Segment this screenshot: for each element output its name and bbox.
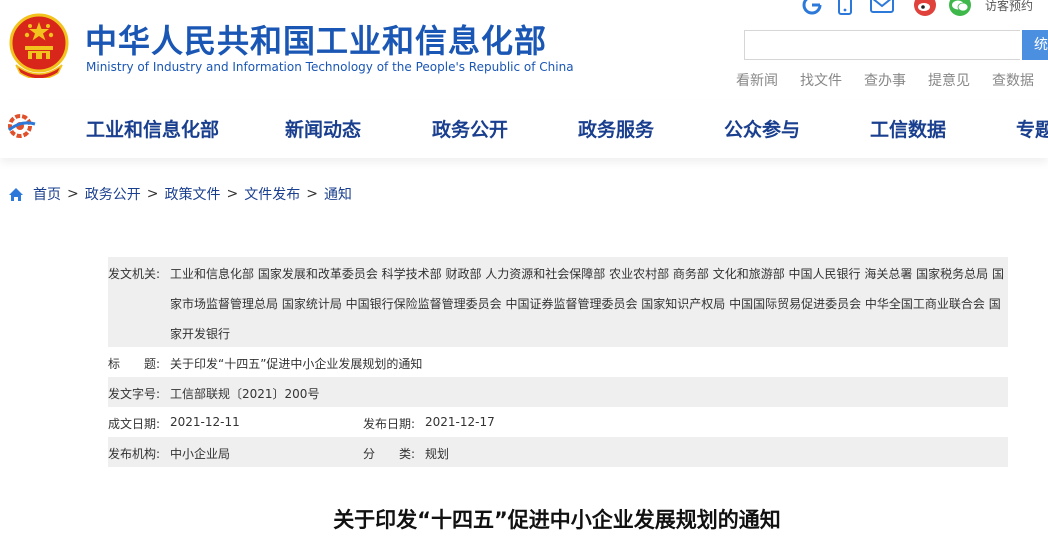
breadcrumb-notice[interactable]: 通知 bbox=[324, 184, 352, 204]
created-value: 2021-12-11 bbox=[170, 415, 240, 429]
chevron-right-icon: > bbox=[306, 186, 318, 202]
title-label: 标 题: bbox=[108, 357, 161, 371]
visitor-booking-link[interactable]: 访客预约 bbox=[985, 0, 1033, 14]
nav-item-news[interactable]: 新闻动态 bbox=[285, 115, 361, 142]
search-input[interactable] bbox=[744, 30, 1020, 60]
wechat-icon[interactable] bbox=[947, 0, 973, 16]
docno-row: 发文字号: 工信部联规〔2021〕200号 bbox=[108, 377, 1008, 407]
quick-link-files[interactable]: 找文件 bbox=[800, 70, 842, 90]
category-label: 分 类: bbox=[363, 447, 416, 461]
mail-icon[interactable] bbox=[870, 0, 894, 16]
nav-item-ministry[interactable]: 工业和信息化部 bbox=[86, 115, 219, 142]
org-label: 发布机构: bbox=[108, 447, 161, 461]
quick-link-services[interactable]: 查办事 bbox=[864, 70, 906, 90]
breadcrumb: 首页 > 政务公开 > 政策文件 > 文件发布 > 通知 bbox=[8, 184, 352, 204]
document-title: 关于印发“十四五”促进中小企业发展规划的通知 bbox=[333, 508, 781, 532]
home-icon[interactable] bbox=[8, 187, 24, 202]
mobile-icon[interactable] bbox=[837, 0, 853, 16]
org-value: 中小企业局 bbox=[170, 447, 231, 461]
main-nav: 工业和信息化部 新闻动态 政务公开 政务服务 公众参与 工信数据 专题 bbox=[0, 100, 1048, 158]
issuer-line-1: 工业和信息化部 国家发展和改革委员会 科学技术部 财政部 人力资源和社会保障部 … bbox=[170, 267, 1004, 281]
miit-logo-icon[interactable] bbox=[5, 112, 37, 140]
issuer-label: 发文机关: bbox=[108, 267, 161, 281]
docno-label: 发文字号: bbox=[108, 387, 161, 401]
nav-item-gov-affairs[interactable]: 政务公开 bbox=[432, 115, 508, 142]
breadcrumb-gov-affairs[interactable]: 政务公开 bbox=[85, 184, 141, 204]
org-row: 发布机构: 中小企业局 分 类: 规划 bbox=[108, 437, 1008, 467]
chevron-right-icon: > bbox=[67, 186, 79, 202]
weibo-icon[interactable] bbox=[912, 0, 938, 16]
search-button[interactable]: 统 bbox=[1022, 30, 1048, 60]
chevron-right-icon: > bbox=[226, 186, 239, 202]
dates-row: 成文日期: 2021-12-11 发布日期: 2021-12-17 bbox=[108, 407, 1008, 437]
published-label: 发布日期: bbox=[363, 417, 416, 431]
category-value: 规划 bbox=[425, 447, 450, 461]
site-subtitle: Ministry of Industry and Information Tec… bbox=[86, 60, 574, 74]
created-label: 成文日期: bbox=[108, 417, 161, 431]
issuer-row: 发文机关: 工业和信息化部 国家发展和改革委员会 科学技术部 财政部 人力资源和… bbox=[108, 257, 1008, 347]
breadcrumb-home[interactable]: 首页 bbox=[33, 184, 61, 204]
published-value: 2021-12-17 bbox=[425, 415, 495, 429]
nav-item-services[interactable]: 政务服务 bbox=[578, 115, 654, 142]
chevron-right-icon: > bbox=[146, 186, 159, 202]
issuer-line-3: 家开发银行 bbox=[170, 327, 231, 341]
site-title[interactable]: 中华人民共和国工业和信息化部 bbox=[85, 16, 547, 62]
quick-link-news[interactable]: 看新闻 bbox=[736, 70, 778, 90]
issuer-line-2: 家市场监督管理总局 国家统计局 中国银行保险监督管理委员会 中国证券监督管理委员… bbox=[170, 297, 1001, 311]
breadcrumb-file-release[interactable]: 文件发布 bbox=[244, 184, 300, 204]
nav-item-public[interactable]: 公众参与 bbox=[724, 115, 800, 142]
docno-value: 工信部联规〔2021〕200号 bbox=[170, 387, 320, 401]
national-emblem-icon bbox=[9, 13, 69, 78]
quick-link-feedback[interactable]: 提意见 bbox=[928, 70, 970, 90]
breadcrumb-policy-files[interactable]: 政策文件 bbox=[164, 184, 220, 204]
nav-item-data[interactable]: 工信数据 bbox=[870, 115, 946, 142]
accessibility-icon[interactable] bbox=[800, 0, 824, 16]
title-row: 标 题: 关于印发“十四五”促进中小企业发展规划的通知 bbox=[108, 347, 1008, 377]
site-header: 中华人民共和国工业和信息化部 Ministry of Industry and … bbox=[0, 0, 1048, 100]
title-value: 关于印发“十四五”促进中小企业发展规划的通知 bbox=[170, 357, 423, 371]
nav-item-topics[interactable]: 专题 bbox=[1016, 115, 1048, 142]
quick-link-data[interactable]: 查数据 bbox=[992, 70, 1034, 90]
